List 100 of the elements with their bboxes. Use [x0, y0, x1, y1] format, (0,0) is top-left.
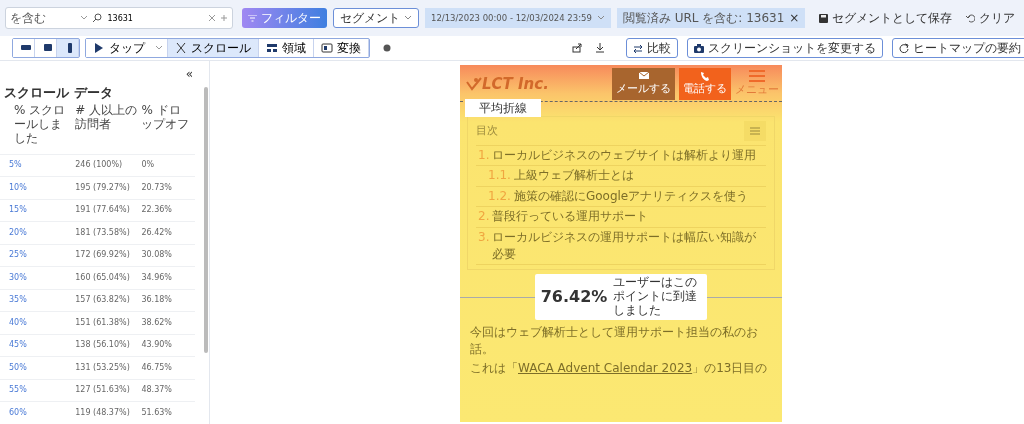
- table-cell-text: 151 (61.38%): [74, 316, 131, 329]
- table-cell-text: 48.37%: [140, 384, 173, 397]
- save-icon: [819, 13, 829, 23]
- table-cell-text: 138 (56.10%): [74, 339, 131, 352]
- phone-icon: [699, 70, 711, 81]
- clear-button[interactable]: クリア: [966, 9, 1016, 27]
- table-cell-text: 40%: [8, 316, 28, 329]
- table-cell-text: 15%: [8, 204, 28, 217]
- scrollbar[interactable]: [204, 87, 208, 353]
- table-cell-text: 131 (53.25%): [74, 361, 131, 374]
- list-icon: [750, 127, 760, 135]
- refresh-icon: [899, 43, 909, 53]
- download-button[interactable]: [595, 43, 605, 53]
- table-cell-text: 30.08%: [140, 249, 173, 262]
- undo-icon: [966, 13, 976, 23]
- column-header: % スクロールしました: [13, 102, 67, 146]
- toc-toggle-button[interactable]: [744, 121, 766, 141]
- table-cell-text: 127 (51.63%): [74, 384, 131, 397]
- area-icon: [266, 42, 278, 54]
- table-cell-text: 160 (65.04%): [74, 271, 131, 284]
- menu-icon: [749, 69, 765, 82]
- toc-link[interactable]: 普段行っている運用サポート: [492, 208, 649, 226]
- table-cell-text: 35%: [8, 294, 28, 307]
- table-cell-text: 36.18%: [140, 294, 173, 307]
- tap-mode-tab[interactable]: タップ: [86, 39, 168, 57]
- tap-icon: [93, 42, 105, 54]
- table-cell-text: 172 (69.92%): [74, 249, 131, 262]
- table-cell-text: 5%: [8, 159, 23, 172]
- mail-icon: [637, 70, 650, 81]
- operator-dropdown[interactable]: を含む: [10, 9, 76, 27]
- collapse-panel-button[interactable]: «: [185, 65, 193, 83]
- date-range-dropdown[interactable]: 12/13/2023 00:00 - 12/03/2024 23:59: [425, 8, 611, 28]
- table-cell-text: 246 (100%): [74, 159, 124, 172]
- compare-button[interactable]: 比較: [626, 38, 678, 58]
- table-cell-text: 26.42%: [140, 226, 173, 239]
- calendar-link[interactable]: WACA Advent Calendar 2023: [518, 361, 693, 376]
- toc-link[interactable]: 上級ウェブ解析士とは: [513, 167, 634, 185]
- toc-link[interactable]: 施策の確認にGoogleアナリティクスを使う: [513, 187, 749, 206]
- scroll-icon: [175, 42, 187, 54]
- chevron-down-icon: [596, 15, 605, 21]
- table-cell-text: 0%: [140, 159, 156, 172]
- scroll-mode-tab[interactable]: スクロール: [168, 39, 259, 57]
- change-screenshot-button[interactable]: スクリーンショットを変更する: [687, 38, 883, 58]
- table-cell-text: 119 (48.37%): [74, 406, 131, 419]
- mobile-view-button[interactable]: [57, 39, 79, 57]
- column-header: % ドロップオフ: [140, 102, 191, 133]
- filter-icon: [248, 14, 257, 22]
- plus-icon: [220, 14, 228, 22]
- table-cell-text: 38.62%: [140, 316, 173, 329]
- list-number: 1.2.: [488, 187, 511, 205]
- average-fold-label: 平均折線: [465, 99, 541, 117]
- info-icon: [383, 44, 391, 52]
- table-cell-text: 157 (63.82%): [74, 294, 131, 307]
- remove-chip-button[interactable]: ×: [789, 9, 800, 27]
- runner-logo-icon: [466, 77, 482, 91]
- list-number: 1.: [478, 147, 490, 164]
- table-cell-text: 51.63%: [140, 406, 173, 419]
- list-number: 3.: [478, 228, 490, 246]
- toc-link[interactable]: ローカルビジネスのウェブサイトは解析より運用: [492, 147, 757, 165]
- table-cell-text: 50%: [8, 361, 28, 374]
- table-cell-text: 20.73%: [140, 181, 173, 194]
- table-cell-text: 30%: [8, 271, 28, 284]
- camera-icon: [694, 43, 704, 53]
- table-cell-text: 43.90%: [140, 339, 173, 352]
- table-cell-text: 46.75%: [140, 361, 173, 374]
- mail-button[interactable]: メールする: [612, 68, 675, 100]
- toc-title: 目次: [476, 122, 498, 139]
- reach-caption: ユーザーはこのポイントに到達しました: [613, 276, 699, 318]
- table-cell-text: 34.96%: [140, 271, 173, 284]
- search-field[interactable]: を含む 13631: [5, 7, 233, 29]
- chevron-down-icon: [155, 45, 163, 51]
- close-icon: [208, 14, 216, 22]
- search-icon: [91, 13, 102, 23]
- table-cell-text: 60%: [8, 406, 28, 419]
- tablet-icon: [42, 42, 54, 54]
- list-number: 1.1.: [488, 167, 511, 185]
- chevron-down-icon: [79, 15, 88, 21]
- reach-percentage: 76.42%: [540, 286, 608, 309]
- desktop-view-button[interactable]: [13, 39, 35, 57]
- table-cell-text: 191 (77.64%): [74, 204, 131, 217]
- chip-label: 閲覧済み URL を含む: 13631: [622, 10, 785, 27]
- table-cell-text: 10%: [8, 181, 28, 194]
- save-segment-button[interactable]: セグメントとして保存: [819, 9, 953, 27]
- list-number: 2.: [478, 208, 490, 226]
- table-cell-text: 25%: [8, 249, 28, 262]
- heatmap-summary-button[interactable]: ヒートマップの要約: [892, 38, 1024, 58]
- chevron-down-icon: [404, 15, 412, 21]
- paragraph: 今回はウェブ解析士として運用サポート担当の私のお話。: [469, 323, 759, 358]
- table-cell-text: 195 (79.27%): [74, 181, 131, 194]
- share-button[interactable]: [572, 43, 582, 53]
- conversion-icon: [321, 42, 333, 54]
- table-cell-text: 22.36%: [140, 204, 173, 217]
- logo: LCT Inc.: [482, 73, 549, 95]
- table-cell-text: 20%: [8, 226, 28, 239]
- share-icon: [572, 43, 582, 53]
- segment-dropdown[interactable]: セグメント: [333, 8, 419, 28]
- download-icon: [595, 43, 605, 53]
- toc-link[interactable]: ローカルビジネスの運用サポートは幅広い知識が必要: [492, 228, 766, 264]
- table-cell-text: 55%: [8, 384, 28, 397]
- column-header: # 人以上の訪問者: [74, 102, 139, 133]
